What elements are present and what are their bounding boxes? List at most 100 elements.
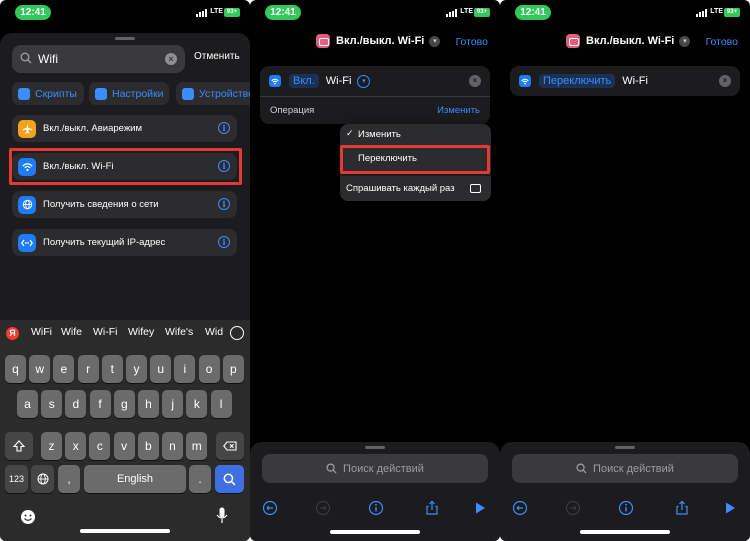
chip-device[interactable]: Устройство — [176, 82, 250, 105]
clear-icon[interactable]: × — [165, 53, 177, 65]
key-h[interactable]: h — [138, 390, 159, 418]
key-e[interactable]: e — [53, 355, 75, 383]
suggestion-6[interactable]: Wid — [205, 326, 223, 342]
emoji-keyboard-icon[interactable] — [20, 509, 36, 525]
key-y[interactable]: y — [126, 355, 147, 383]
search-icon — [576, 463, 587, 474]
info-icon[interactable]: i — [218, 198, 230, 210]
actions-sheet: Поиск действий — [500, 442, 750, 541]
info-icon[interactable]: i — [218, 122, 230, 134]
shift-key[interactable] — [5, 432, 33, 460]
search-input[interactable] — [38, 49, 158, 69]
backspace-key[interactable] — [216, 432, 244, 460]
key-l[interactable]: l — [210, 390, 232, 418]
key-q[interactable]: q — [5, 355, 26, 383]
chip-scripts[interactable]: Скрипты — [12, 82, 84, 105]
menu-item-ask-each-time[interactable]: Спрашивать каждый раз — [340, 178, 491, 200]
key-r[interactable]: r — [77, 355, 99, 383]
suggestion-5[interactable]: Wife's — [165, 326, 193, 342]
close-icon[interactable]: × — [469, 75, 481, 87]
key-d[interactable]: d — [65, 390, 87, 418]
play-icon[interactable] — [722, 500, 738, 516]
shortcut-title[interactable]: Вкл./выкл. Wi-Fi ▾ — [566, 34, 691, 48]
key-m[interactable]: m — [186, 432, 208, 460]
info-icon[interactable] — [368, 500, 384, 516]
result-airplane-mode[interactable]: Вкл./выкл. Авиарежим i — [12, 115, 237, 142]
key-k[interactable]: k — [186, 390, 208, 418]
done-button[interactable]: Готово — [706, 36, 738, 48]
search-key[interactable] — [215, 465, 244, 493]
microphone-icon[interactable] — [216, 507, 228, 525]
redo-icon[interactable] — [565, 500, 581, 516]
sheet-grabber[interactable] — [615, 446, 635, 449]
key-w[interactable]: w — [29, 355, 51, 383]
shortcut-app-icon — [566, 34, 580, 48]
numbers-key[interactable]: 123 — [5, 465, 28, 493]
operation-token[interactable]: Переключить — [539, 74, 616, 88]
key-x[interactable]: x — [65, 432, 87, 460]
undo-icon[interactable] — [262, 500, 278, 516]
key-i[interactable]: i — [174, 355, 196, 383]
signal-icon — [196, 9, 210, 17]
key-z[interactable]: z — [41, 432, 62, 460]
sheet-grabber[interactable] — [115, 37, 135, 40]
key-j[interactable]: j — [162, 390, 184, 418]
key-s[interactable]: s — [41, 390, 63, 418]
key-v[interactable]: v — [113, 432, 135, 460]
key-c[interactable]: c — [89, 432, 111, 460]
key-p[interactable]: p — [222, 355, 244, 383]
action-card-wifi[interactable]: Вкл. Wi-Fi ▾ × Операция Изменить — [260, 66, 490, 124]
space-key[interactable]: English — [84, 465, 186, 493]
key-t[interactable]: t — [101, 355, 123, 383]
script-icon — [18, 87, 30, 100]
close-icon[interactable]: × — [719, 75, 731, 87]
emoji-icon[interactable] — [230, 326, 244, 340]
shortcut-title[interactable]: Вкл./выкл. Wi-Fi ▾ — [316, 34, 441, 48]
battery-icon: 93+ — [224, 8, 240, 17]
share-icon[interactable] — [674, 500, 690, 516]
menu-item-change[interactable]: ✓ Изменить — [340, 124, 491, 146]
info-icon[interactable] — [618, 500, 634, 516]
key-g[interactable]: g — [113, 390, 135, 418]
menu-item-label: Спрашивать каждый раз — [346, 183, 455, 194]
result-ip-address[interactable]: Получить текущий IP-адрес i — [12, 229, 237, 256]
shortcut-search-panel: 12:41 LTE 93+ × Отменить Скрипты Настрой… — [0, 0, 250, 541]
redo-icon[interactable] — [315, 500, 331, 516]
sheet-grabber[interactable] — [365, 446, 385, 449]
search-field[interactable]: × — [12, 45, 185, 73]
play-icon[interactable] — [472, 500, 488, 516]
chip-settings[interactable]: Настройки — [89, 82, 169, 105]
undo-icon[interactable] — [512, 500, 528, 516]
result-network-info[interactable]: Получить сведения о сети i — [12, 191, 237, 218]
share-icon[interactable] — [424, 500, 440, 516]
done-button[interactable]: Готово — [456, 36, 488, 48]
status-time: 12:41 — [515, 5, 551, 20]
cancel-button[interactable]: Отменить — [194, 51, 240, 62]
key-n[interactable]: n — [162, 432, 183, 460]
period-key[interactable]: . — [189, 465, 211, 493]
key-a[interactable]: a — [17, 390, 38, 418]
search-actions-field[interactable]: Поиск действий — [262, 454, 488, 483]
info-icon[interactable]: i — [218, 236, 230, 248]
device-icon — [182, 87, 194, 100]
operation-value[interactable]: Изменить — [437, 105, 480, 116]
suggestion-4[interactable]: Wifey — [128, 326, 154, 342]
suggestion-2[interactable]: Wife — [61, 326, 82, 342]
operation-token[interactable]: Вкл. — [289, 74, 319, 88]
key-u[interactable]: u — [150, 355, 172, 383]
shortcut-title-label: Вкл./выкл. Wi-Fi — [336, 35, 425, 47]
yandex-icon[interactable]: Я — [6, 327, 19, 340]
key-f[interactable]: f — [89, 390, 111, 418]
suggestion-3[interactable]: Wi-Fi — [93, 326, 118, 342]
home-indicator — [330, 530, 420, 534]
suggestion-1[interactable]: WiFi — [31, 326, 52, 342]
key-b[interactable]: b — [137, 432, 159, 460]
search-actions-field[interactable]: Поиск действий — [512, 454, 738, 483]
globe-key[interactable] — [31, 465, 54, 493]
comma-key[interactable]: , — [58, 465, 80, 493]
key-o[interactable]: o — [198, 355, 220, 383]
operation-row[interactable]: Операция Изменить — [260, 96, 490, 124]
chevron-down-icon[interactable]: ▾ — [357, 74, 371, 88]
action-card-wifi[interactable]: Переключить Wi-Fi × — [510, 66, 740, 96]
menu-item-label: Изменить — [358, 129, 401, 140]
